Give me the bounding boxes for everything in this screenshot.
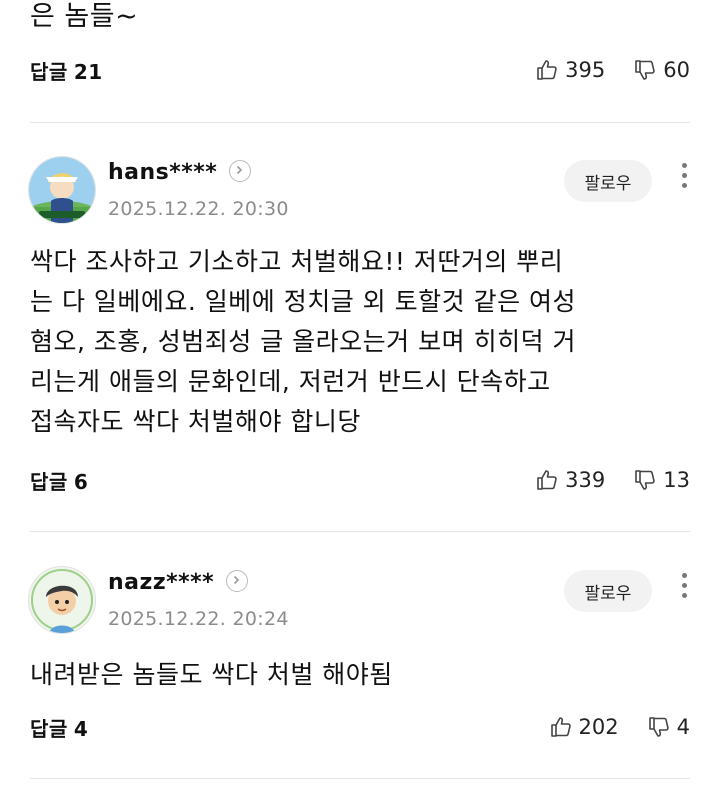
username: hans**** — [108, 160, 218, 185]
comment-action-bar: 답글 4 202 4 — [30, 712, 690, 742]
dislike-button[interactable]: 60 — [633, 58, 690, 82]
reply-count: 4 — [73, 716, 89, 741]
reply-label: 답글 — [30, 59, 68, 84]
like-button[interactable]: 395 — [535, 58, 605, 82]
divider — [30, 778, 690, 779]
comment-action-bar: 답글 6 339 13 — [30, 465, 690, 495]
reply-label: 답글 — [30, 716, 68, 741]
username-row[interactable]: nazz**** — [108, 570, 249, 595]
follow-button[interactable]: 팔로우 — [564, 570, 652, 612]
dislike-button[interactable]: 13 — [633, 468, 690, 492]
like-button[interactable]: 202 — [549, 715, 619, 739]
chevron-right-circle-icon[interactable] — [229, 160, 252, 182]
dislike-count: 4 — [676, 715, 690, 739]
comment-line: 내려받은 놈들도 싹다 처벌 해야됨 — [30, 660, 393, 689]
comment-line: 리는게 애들의 문화인데, 저런거 반드시 단속하고 — [30, 367, 551, 396]
comment-line: 싹다 조사하고 기소하고 처벌해요!! 저딴거의 뿌리 — [30, 247, 564, 276]
comment-header: hans**** 2025.12.22. 20:30 팔로우 — [28, 156, 694, 228]
reply-button[interactable]: 답글 21 — [30, 56, 103, 85]
thumbs-up-icon — [550, 717, 571, 737]
comment-date: 2025.12.22. 20:24 — [108, 608, 289, 630]
thumbs-down-icon — [635, 470, 656, 490]
avatar[interactable] — [28, 156, 96, 224]
reply-button[interactable]: 답글 4 — [30, 713, 88, 742]
reply-label: 답글 — [30, 469, 68, 494]
reply-button[interactable]: 답글 6 — [30, 466, 88, 495]
thumbs-up-icon — [537, 470, 557, 490]
comment-line: 혐오, 조홍, 성범죄성 글 올라오는거 보며 히히덕 거 — [30, 327, 577, 356]
like-count: 202 — [578, 715, 619, 739]
thumbs-up-icon — [537, 60, 557, 80]
thumbs-down-icon — [648, 717, 669, 737]
comment-date: 2025.12.22. 20:30 — [108, 198, 289, 220]
more-vertical-icon[interactable] — [678, 158, 690, 198]
comment-action-bar: 답글 21 395 60 — [30, 55, 690, 85]
avatar-image — [29, 567, 95, 633]
comment-header: nazz**** 2025.12.22. 20:24 팔로우 — [28, 566, 694, 638]
more-vertical-icon[interactable] — [678, 568, 690, 608]
comment-line: 접속자도 싹다 처벌해야 합니당 — [30, 407, 361, 436]
like-button[interactable]: 339 — [535, 468, 605, 492]
divider — [30, 122, 690, 123]
chevron-right-circle-icon[interactable] — [226, 570, 249, 592]
reply-count: 6 — [73, 469, 89, 494]
username-row[interactable]: hans**** — [108, 160, 252, 185]
comment-body: 내려받은 놈들도 싹다 처벌 해야됨 — [30, 655, 690, 695]
thumbs-down-icon — [635, 60, 656, 80]
dislike-count: 13 — [663, 468, 690, 492]
divider — [30, 531, 690, 532]
avatar[interactable] — [28, 566, 96, 634]
reply-count: 21 — [73, 59, 103, 84]
dislike-count: 60 — [663, 58, 690, 82]
like-count: 339 — [565, 468, 606, 492]
comment-text-partial: 은 놈들~ — [30, 1, 139, 32]
dislike-button[interactable]: 4 — [647, 715, 690, 739]
like-count: 395 — [565, 58, 606, 82]
avatar-image — [29, 157, 95, 223]
comment-body: 싹다 조사하고 기소하고 처벌해요!! 저딴거의 뿌리 는 다 일베에요. 일베… — [30, 242, 690, 442]
follow-button[interactable]: 팔로우 — [564, 160, 652, 202]
comment-line: 는 다 일베에요. 일베에 정치글 외 토할것 같은 여성 — [30, 287, 577, 316]
username: nazz**** — [108, 570, 215, 595]
